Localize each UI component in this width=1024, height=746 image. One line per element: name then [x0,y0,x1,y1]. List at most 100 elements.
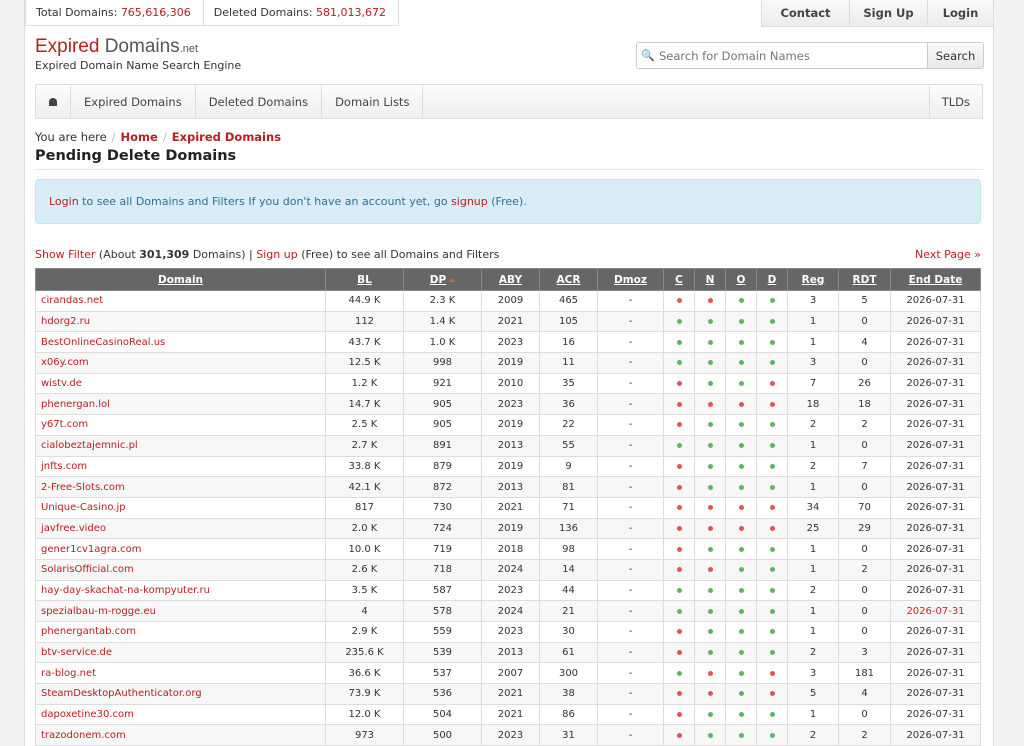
status-taken-dot-icon[interactable] [676,298,682,304]
domain-pop-cell[interactable]: 504 [403,703,482,726]
status-available-dot-icon[interactable] [707,587,713,593]
archive-crawl-cell[interactable]: 44 [539,579,598,602]
domain-pop-cell[interactable]: 724 [403,517,482,540]
status-available-dot-icon[interactable] [707,339,713,345]
status-taken-dot-icon[interactable] [738,401,744,407]
status-taken-dot-icon[interactable] [676,691,682,697]
status-available-dot-icon[interactable] [738,567,744,573]
domain-link[interactable]: 2-Free-Slots.com [35,476,326,498]
status-taken-dot-icon[interactable] [769,670,775,676]
status-available-dot-icon[interactable] [676,339,682,345]
backlinks-cell[interactable]: 12.5 K [325,352,404,374]
status-available-dot-icon[interactable] [769,587,775,593]
col-header-n[interactable]: N [694,268,726,291]
domain-link[interactable]: jnfts.com [35,455,326,478]
backlinks-cell[interactable]: 36.6 K [325,662,404,685]
status-taken-dot-icon[interactable] [676,732,682,738]
backlinks-cell[interactable]: 12.0 K [325,703,404,726]
status-taken-dot-icon[interactable] [707,691,713,697]
status-available-dot-icon[interactable] [707,360,713,366]
domain-link[interactable]: hay-day-skachat-na-kompyuter.ru [35,579,326,602]
login-link[interactable]: Login [928,0,994,27]
status-taken-dot-icon[interactable] [676,401,682,407]
status-available-dot-icon[interactable] [738,712,744,718]
next-page-link[interactable]: Next Page » [915,248,981,261]
domain-link[interactable]: phenergan.lol [35,393,326,416]
status-taken-dot-icon[interactable] [707,670,713,676]
backlinks-cell[interactable]: 112 [325,310,404,333]
domain-pop-cell[interactable]: 718 [403,558,482,581]
backlinks-cell[interactable]: 2.7 K [325,434,404,457]
status-available-dot-icon[interactable] [707,608,713,614]
col-header-reg[interactable]: Reg [787,268,839,291]
status-taken-dot-icon[interactable] [676,567,682,573]
archive-crawl-cell[interactable]: 300 [539,662,598,685]
info-signup-link[interactable]: signup [451,195,488,208]
domain-link[interactable]: BestOnlineCasinoReal.us [35,331,326,354]
archive-crawl-cell[interactable]: 86 [539,703,598,726]
domain-pop-cell[interactable]: 500 [403,724,482,746]
status-available-dot-icon[interactable] [707,381,713,387]
domain-link[interactable]: SolarisOfficial.com [35,558,326,581]
status-taken-dot-icon[interactable] [676,381,682,387]
archive-crawl-cell[interactable]: 136 [539,517,598,540]
status-available-dot-icon[interactable] [738,608,744,614]
domain-link[interactable]: wistv.de [35,372,326,395]
domain-pop-cell[interactable]: 879 [403,455,482,478]
status-available-dot-icon[interactable] [707,546,713,552]
status-available-dot-icon[interactable] [707,732,713,738]
backlinks-cell[interactable]: 2.5 K [325,414,404,436]
status-available-dot-icon[interactable] [738,463,744,469]
archive-crawl-cell[interactable]: 14 [539,558,598,581]
status-taken-dot-icon[interactable] [738,525,744,531]
status-taken-dot-icon[interactable] [676,629,682,635]
status-taken-dot-icon[interactable] [676,525,682,531]
status-taken-dot-icon[interactable] [769,401,775,407]
status-available-dot-icon[interactable] [738,546,744,552]
col-header-d[interactable]: D [756,268,788,291]
status-available-dot-icon[interactable] [738,443,744,449]
status-available-dot-icon[interactable] [769,298,775,304]
status-taken-dot-icon[interactable] [707,298,713,304]
domain-pop-cell[interactable]: 872 [403,476,482,498]
search-button[interactable]: Search [927,43,983,68]
status-taken-dot-icon[interactable] [676,484,682,490]
status-taken-dot-icon[interactable] [707,505,713,511]
archive-crawl-cell[interactable]: 465 [539,290,598,312]
col-header-dmoz[interactable]: Dmoz [597,268,664,291]
status-available-dot-icon[interactable] [769,608,775,614]
col-header-acr[interactable]: ACR [539,268,598,291]
archive-crawl-cell[interactable]: 35 [539,372,598,395]
backlinks-cell[interactable]: 235.6 K [325,641,404,664]
status-taken-dot-icon[interactable] [738,505,744,511]
domain-link[interactable]: hdorg2.ru [35,310,326,333]
status-taken-dot-icon[interactable] [769,505,775,511]
status-available-dot-icon[interactable] [707,463,713,469]
status-available-dot-icon[interactable] [676,670,682,676]
backlinks-cell[interactable]: 1.2 K [325,372,404,395]
status-taken-dot-icon[interactable] [676,463,682,469]
nav-tlds[interactable]: TLDs [930,85,982,118]
status-available-dot-icon[interactable] [738,670,744,676]
status-available-dot-icon[interactable] [769,443,775,449]
status-available-dot-icon[interactable] [769,484,775,490]
domain-link[interactable]: x06y.com [35,352,326,374]
domain-pop-cell[interactable]: 998 [403,352,482,374]
domain-pop-cell[interactable]: 536 [403,683,482,705]
domain-link[interactable]: gener1cv1agra.com [35,538,326,560]
archive-crawl-cell[interactable]: 21 [539,600,598,622]
status-taken-dot-icon[interactable] [769,525,775,531]
status-available-dot-icon[interactable] [738,732,744,738]
archive-crawl-cell[interactable]: 36 [539,393,598,416]
col-header-o[interactable]: O [725,268,757,291]
archive-crawl-cell[interactable]: 71 [539,496,598,519]
backlinks-cell[interactable]: 43.7 K [325,331,404,354]
domain-link[interactable]: Unique-Casino.jp [35,496,326,519]
breadcrumb-current[interactable]: Expired Domains [172,130,281,144]
domain-pop-cell[interactable]: 559 [403,621,482,643]
backlinks-cell[interactable]: 2.0 K [325,517,404,540]
archive-crawl-cell[interactable]: 105 [539,310,598,333]
archive-crawl-cell[interactable]: 11 [539,352,598,374]
status-available-dot-icon[interactable] [738,298,744,304]
backlinks-cell[interactable]: 817 [325,496,404,519]
